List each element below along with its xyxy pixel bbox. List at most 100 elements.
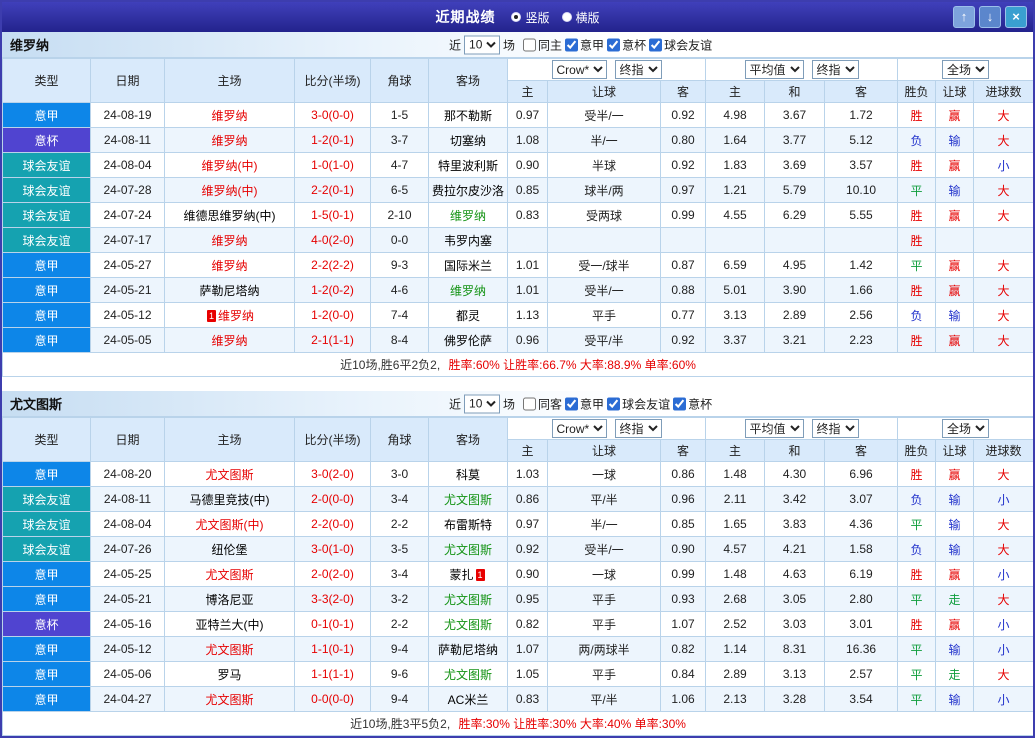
away-team-cell[interactable]: 国际米兰 (428, 252, 508, 278)
away-team-cell[interactable]: 科莫 (428, 461, 508, 487)
score-cell[interactable]: 2-2(2-2) (294, 252, 371, 278)
euro-odds-time-select[interactable]: 终指 (811, 419, 859, 438)
euro-odds-dropdowns: 平均值 终指 (705, 417, 899, 440)
league-filter-checkbox[interactable]: 球会友谊 (604, 395, 670, 412)
euro-odds-source-select[interactable]: 平均值 (744, 60, 804, 79)
same-venue-checkbox-input[interactable] (523, 38, 537, 51)
score-cell[interactable]: 2-0(0-0) (294, 486, 371, 512)
home-team-cell[interactable]: 1 维罗纳 (164, 302, 295, 328)
filter-controls: 近 10 场 同主 意甲 意杯 球会友谊 (446, 35, 712, 54)
home-team-cell[interactable]: 维罗纳 (164, 227, 295, 253)
asia-odds-time-select[interactable]: 终指 (614, 60, 662, 79)
radio-vertical-layout[interactable]: 竖版 (511, 9, 550, 26)
euro-home-odds-cell: 4.57 (705, 536, 766, 562)
score-cell[interactable]: 1-0(1-0) (294, 152, 371, 178)
home-team-cell[interactable]: 维罗纳 (164, 102, 295, 128)
away-team-cell[interactable]: 尤文图斯 (428, 611, 508, 637)
score-cell[interactable]: 1-5(0-1) (294, 202, 371, 228)
away-team-cell[interactable]: 费拉尔皮沙洛 (428, 177, 508, 203)
league-filter-checkbox[interactable]: 意杯 (670, 395, 712, 412)
score-cell[interactable]: 0-0(0-0) (294, 686, 371, 712)
home-team-cell[interactable]: 维罗纳(中) (164, 152, 295, 178)
home-team-cell[interactable]: 尤文图斯 (164, 686, 295, 712)
score-cell[interactable]: 3-0(1-0) (294, 536, 371, 562)
home-team-cell[interactable]: 尤文图斯 (164, 461, 295, 487)
home-team-cell[interactable]: 亚特兰大(中) (164, 611, 295, 637)
home-team-cell[interactable]: 尤文图斯 (164, 636, 295, 662)
away-team-cell[interactable]: 特里波利斯 (428, 152, 508, 178)
asia-odds-source-select[interactable]: Crow* (551, 419, 607, 438)
score-cell[interactable]: 1-2(0-1) (294, 127, 371, 153)
league-filter-checkbox[interactable]: 意甲 (562, 36, 604, 53)
home-team-cell[interactable]: 尤文图斯(中) (164, 511, 295, 537)
asia-odds-source-select[interactable]: Crow* (551, 60, 607, 79)
score-cell[interactable]: 4-0(2-0) (294, 227, 371, 253)
away-team-cell[interactable]: 尤文图斯 (428, 536, 508, 562)
away-team-cell[interactable]: 维罗纳 (428, 202, 508, 228)
away-team-cell[interactable]: 韦罗内塞 (428, 227, 508, 253)
score-cell[interactable]: 3-3(2-0) (294, 586, 371, 612)
score-cell[interactable]: 2-0(2-0) (294, 561, 371, 587)
league-checkbox-input[interactable] (565, 397, 579, 410)
home-team-cell[interactable]: 维罗纳 (164, 252, 295, 278)
league-checkbox-input[interactable] (607, 397, 621, 410)
home-team-cell[interactable]: 马德里竞技(中) (164, 486, 295, 512)
euro-odds-time-select[interactable]: 终指 (811, 60, 859, 79)
away-team-cell[interactable]: AC米兰 (428, 686, 508, 712)
league-filter-checkbox[interactable]: 意甲 (562, 395, 604, 412)
column-header-score: 比分(半场) (294, 58, 371, 103)
close-button[interactable]: × (1005, 6, 1027, 28)
home-team-cell[interactable]: 维罗纳(中) (164, 177, 295, 203)
away-team-cell[interactable]: 蒙扎 1 (428, 561, 508, 587)
home-team-cell[interactable]: 维罗纳 (164, 127, 295, 153)
away-team-cell[interactable]: 维罗纳 (428, 277, 508, 303)
score-cell[interactable]: 1-2(0-2) (294, 277, 371, 303)
home-team-cell[interactable]: 纽伦堡 (164, 536, 295, 562)
asia-odds-time-select[interactable]: 终指 (614, 419, 662, 438)
home-team-cell[interactable]: 尤文图斯 (164, 561, 295, 587)
away-team-cell[interactable]: 尤文图斯 (428, 661, 508, 687)
scope-select[interactable]: 全场 (942, 419, 990, 438)
away-team-cell[interactable]: 尤文图斯 (428, 486, 508, 512)
league-filter-checkbox[interactable]: 意杯 (604, 36, 646, 53)
score-cell[interactable]: 2-2(0-1) (294, 177, 371, 203)
euro-odds-source-select[interactable]: 平均值 (744, 419, 804, 438)
score-cell[interactable]: 1-1(0-1) (294, 636, 371, 662)
home-team-cell[interactable]: 萨勒尼塔纳 (164, 277, 295, 303)
games-count-select[interactable]: 10 (464, 35, 501, 54)
move-up-button[interactable]: ↑ (953, 6, 975, 28)
league-filter-checkbox[interactable]: 球会友谊 (646, 36, 712, 53)
score-cell[interactable]: 2-1(1-1) (294, 327, 371, 353)
league-checkbox-input[interactable] (565, 38, 579, 51)
league-checkbox-input[interactable] (607, 38, 621, 51)
move-down-button[interactable]: ↓ (979, 6, 1001, 28)
home-team-cell[interactable]: 罗马 (164, 661, 295, 687)
asia-home-odds-cell: 0.85 (507, 177, 548, 203)
away-team-cell[interactable]: 都灵 (428, 302, 508, 328)
score-cell[interactable]: 1-2(0-0) (294, 302, 371, 328)
same-venue-checkbox-input[interactable] (523, 397, 537, 410)
away-team-cell[interactable]: 佛罗伦萨 (428, 327, 508, 353)
league-checkbox-input[interactable] (649, 38, 663, 51)
score-cell[interactable]: 2-2(0-0) (294, 511, 371, 537)
radio-horizontal-layout[interactable]: 横版 (561, 9, 600, 26)
score-cell[interactable]: 0-1(0-1) (294, 611, 371, 637)
same-venue-checkbox[interactable]: 同主 (518, 36, 562, 53)
handicap-result-cell: 输 (935, 177, 975, 203)
score-cell[interactable]: 1-1(1-1) (294, 661, 371, 687)
goals-result-cell: 大 (973, 277, 1033, 303)
score-cell[interactable]: 3-0(2-0) (294, 461, 371, 487)
games-count-select[interactable]: 10 (464, 394, 501, 413)
score-cell[interactable]: 3-0(0-0) (294, 102, 371, 128)
league-checkbox-input[interactable] (673, 397, 687, 410)
home-team-cell[interactable]: 博洛尼亚 (164, 586, 295, 612)
scope-select[interactable]: 全场 (942, 60, 990, 79)
away-team-cell[interactable]: 布雷斯特 (428, 511, 508, 537)
away-team-cell[interactable]: 萨勒尼塔纳 (428, 636, 508, 662)
same-venue-checkbox[interactable]: 同客 (518, 395, 562, 412)
away-team-cell[interactable]: 尤文图斯 (428, 586, 508, 612)
home-team-cell[interactable]: 维德思维罗纳(中) (164, 202, 295, 228)
away-team-cell[interactable]: 切塞纳 (428, 127, 508, 153)
home-team-cell[interactable]: 维罗纳 (164, 327, 295, 353)
away-team-cell[interactable]: 那不勒斯 (428, 102, 508, 128)
